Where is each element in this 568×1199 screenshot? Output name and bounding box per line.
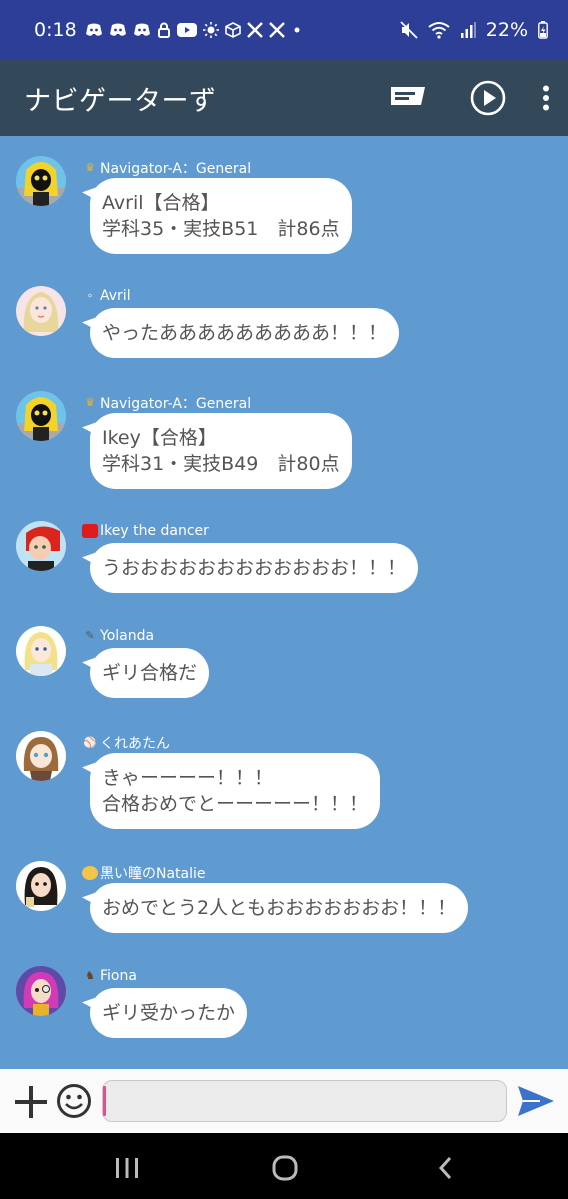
message-bubble[interactable]: Avril【合格】 学科35・実技B51 計86点 [90, 178, 352, 254]
chat-area[interactable]: ♛ Navigator-A：General Avril【合格】 学科35・実技B… [0, 136, 568, 1069]
x-icon [268, 22, 285, 38]
cube-icon [224, 22, 241, 38]
home-button[interactable] [270, 1153, 300, 1183]
crown-icon: ♛ [85, 161, 95, 174]
message-text: 学科31・実技B49 計80点 [102, 453, 340, 475]
avatar[interactable] [16, 966, 66, 1016]
sender-name: Ikey the dancer [82, 523, 209, 539]
mute-icon [400, 21, 418, 39]
sender-name: ♛ Navigator-A：General [82, 393, 251, 413]
plus-icon [15, 1086, 47, 1118]
message-text: おめでとう2人ともおおおおおおお！！！ [102, 897, 457, 919]
wifi-icon [428, 22, 450, 39]
message-bubble[interactable]: Ikey【合格】 学科31・実技B49 計80点 [90, 413, 352, 489]
feather-icon: ✎ [85, 629, 95, 642]
sender-name: ⚾ くれあたん [83, 736, 170, 752]
status-time: 0:18 [34, 19, 77, 41]
yellow-blob-icon [82, 866, 98, 880]
avatar[interactable] [16, 521, 66, 571]
message-text: 学科35・実技B51 計86点 [102, 218, 340, 240]
signal-icon [460, 22, 476, 38]
avatar[interactable] [16, 391, 66, 441]
avatar[interactable] [16, 861, 66, 911]
message-text: ギリ受かったか [102, 1002, 236, 1024]
status-bar: 0:18 22% [0, 0, 568, 60]
message-input[interactable] [102, 1080, 507, 1122]
message-text: ギリ合格だ [102, 662, 198, 684]
discord-icon [109, 23, 126, 36]
x-icon [246, 22, 263, 38]
message-text: きゃーーーー！！！ [102, 767, 274, 789]
lock-icon [157, 22, 170, 38]
system-status: 22% [400, 19, 548, 41]
message-button[interactable] [380, 70, 436, 126]
discord-icon [133, 23, 150, 36]
more-options-button[interactable] [524, 70, 568, 126]
emoji-button[interactable] [56, 1083, 92, 1119]
crown-icon: ♛ [85, 396, 95, 409]
message-icon [391, 87, 425, 105]
message-text: 合格おめでとーーーーー！！！ [102, 793, 369, 815]
message-bubble[interactable]: ギリ合格だ [90, 648, 210, 698]
sender-name: ✎ Yolanda [82, 628, 154, 644]
battery-icon [538, 21, 548, 39]
room-title: ナビゲーターず [24, 85, 217, 117]
recents-icon [116, 1158, 138, 1178]
message-text: Avril【合格】 [102, 192, 220, 214]
emoji-icon [57, 1084, 91, 1118]
message-bubble[interactable]: うおおおおおおおおおおおお！！！ [90, 543, 419, 593]
dot-icon [294, 27, 300, 33]
sun-icon [202, 22, 219, 38]
youtube-icon [176, 23, 197, 37]
attach-button[interactable] [14, 1085, 48, 1119]
baseball-icon: ⚾ [83, 736, 97, 749]
home-icon [272, 1155, 298, 1181]
message-bubble[interactable]: きゃーーーー！！！ 合格おめでとーーーーー！！！ [90, 753, 381, 829]
message-bubble[interactable]: おめでとう2人ともおおおおおおお！！！ [90, 883, 469, 933]
avatar[interactable] [16, 731, 66, 781]
send-icon [518, 1086, 554, 1116]
back-icon [438, 1156, 452, 1180]
more-vert-icon [543, 85, 549, 111]
message-text: やったあああああああああ！！！ [102, 322, 388, 344]
sender-name: ♞ Fiona [82, 968, 137, 984]
sender-name: ♛ Navigator-A：General [82, 158, 251, 178]
text-cursor [103, 1086, 106, 1116]
app-bar-actions [380, 60, 568, 136]
red-square-icon [82, 524, 98, 538]
avatar[interactable] [16, 626, 66, 676]
system-nav-bar [0, 1133, 568, 1199]
discord-icon [85, 23, 102, 36]
horse-icon: ♞ [85, 969, 95, 982]
message-input-bar [0, 1069, 568, 1133]
send-button[interactable] [516, 1083, 556, 1119]
message-bubble[interactable]: やったあああああああああ！！！ [90, 308, 400, 358]
play-button[interactable] [460, 70, 516, 126]
battery-percent: 22% [485, 19, 528, 41]
message-text: Ikey【合格】 [102, 427, 217, 449]
back-button[interactable] [430, 1153, 460, 1183]
message-bubble[interactable]: ギリ受かったか [90, 988, 248, 1038]
notification-icons [85, 22, 303, 38]
recent-apps-button[interactable] [112, 1153, 142, 1183]
avatar[interactable] [16, 156, 66, 206]
play-icon [470, 80, 506, 116]
message-text: うおおおおおおおおおおおお！！！ [102, 557, 407, 579]
app-bar: ナビゲーターず [0, 60, 568, 136]
avatar[interactable] [16, 286, 66, 336]
sender-name: 黒い瞳のNatalie [82, 863, 206, 883]
sender-name: ∘ Avril [82, 288, 131, 304]
bubbles-icon: ∘ [86, 289, 94, 302]
